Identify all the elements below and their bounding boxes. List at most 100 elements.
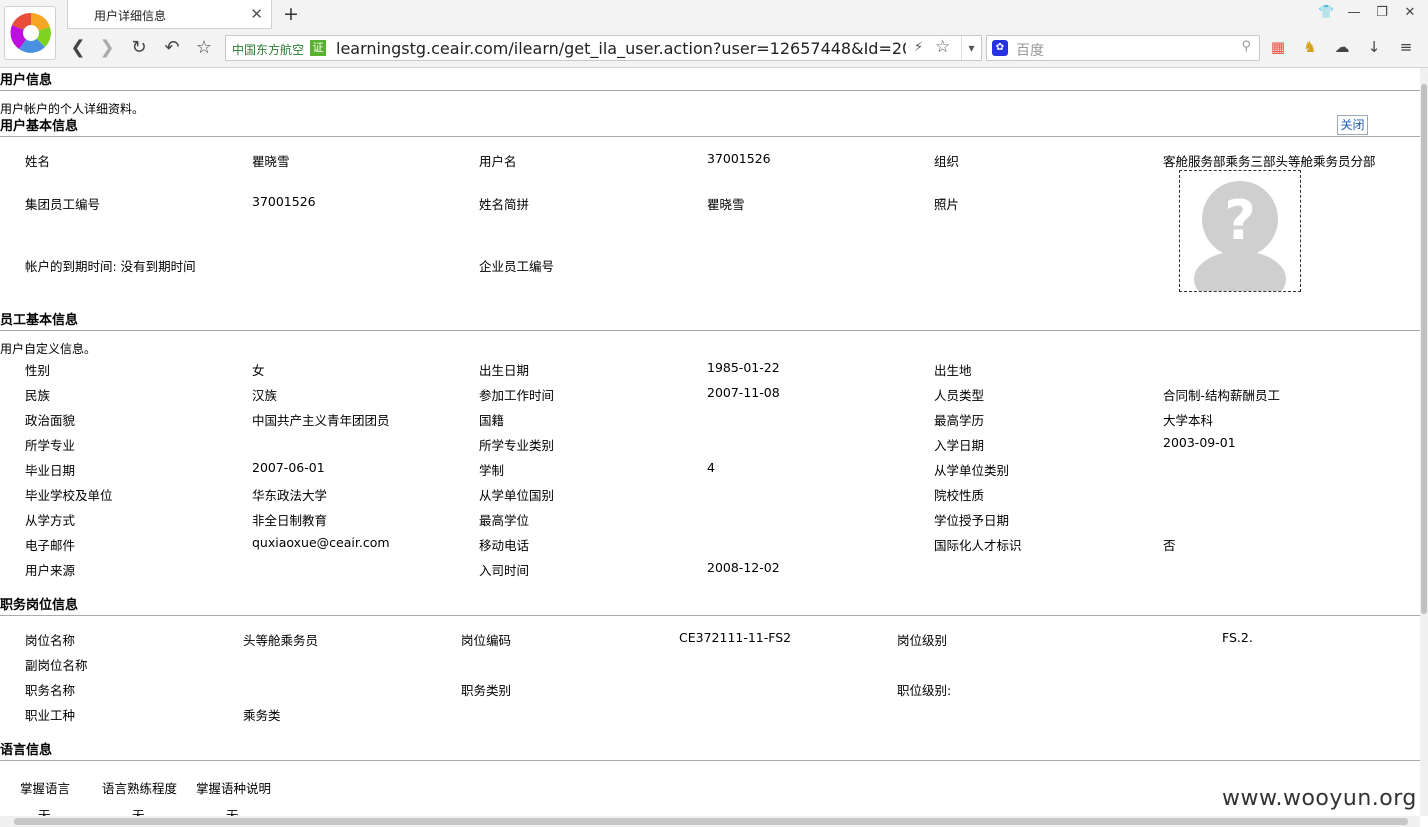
field-label: 国际化人才标识: [934, 538, 1022, 553]
extension-icon[interactable]: ♞: [1300, 37, 1320, 57]
field-value: 瞿晓雪: [252, 154, 290, 169]
field-label: 出生地: [934, 363, 972, 378]
field-label: 最高学位: [479, 513, 530, 528]
language-cell: 无: [226, 808, 239, 816]
field-label: 岗位名称: [25, 633, 76, 648]
tab-user-detail[interactable]: 用户详细信息 ✕: [67, 0, 272, 29]
field-label: 组织: [934, 154, 960, 169]
language-column-header: 掌握语言: [20, 781, 71, 796]
forward-icon[interactable]: ❯: [94, 36, 120, 60]
cloud-icon[interactable]: ☁: [1332, 37, 1352, 57]
field-label: 岗位级别: [897, 633, 948, 648]
favorite-star-icon[interactable]: ☆: [935, 37, 950, 57]
field-label: 职业工种: [25, 708, 76, 723]
divider: [0, 760, 1420, 761]
chevron-down-icon[interactable]: ▾: [961, 36, 981, 60]
back-icon[interactable]: ❮: [65, 36, 91, 60]
field-value: 头等舱乘务员: [243, 633, 319, 648]
vertical-scroll-thumb[interactable]: [1421, 84, 1427, 614]
divider: [0, 615, 1420, 616]
undo-icon[interactable]: ↶: [159, 36, 185, 60]
field-value: 华东政法大学: [252, 488, 328, 503]
field-value: 瞿晓雪: [707, 197, 745, 212]
svg-text:?: ?: [1224, 189, 1255, 252]
field-value: 37001526: [707, 151, 771, 166]
baidu-paw-icon: ✿: [992, 40, 1008, 56]
horizontal-scroll-thumb[interactable]: [14, 818, 1408, 825]
horizontal-scrollbar[interactable]: [0, 816, 1420, 827]
field-label: 学位授予日期: [934, 513, 1010, 528]
field-value: 2003-09-01: [1163, 435, 1236, 450]
field-value: 女: [252, 363, 265, 378]
field-value: 37001526: [252, 194, 316, 209]
page-content: 用户信息 用户帐户的个人详细资料。 用户基本信息 关闭 ? 员工基本信息 用户自…: [0, 68, 1420, 816]
field-label: 照片: [934, 197, 960, 212]
employee-desc: 用户自定义信息。: [0, 342, 97, 356]
tab-title: 用户详细信息: [94, 9, 167, 23]
language-cell: 无: [38, 808, 51, 816]
language-cell: 无: [132, 808, 145, 816]
field-value: quxiaoxue@ceair.com: [252, 535, 390, 550]
field-label: 职务名称: [25, 683, 76, 698]
field-value: CE372111-11-FS2: [679, 630, 792, 645]
close-button[interactable]: 关闭: [1337, 115, 1368, 135]
restore-icon[interactable]: ❐: [1374, 5, 1390, 20]
field-value: 中国共产主义青年团团员: [252, 413, 390, 428]
field-label: 职位级别:: [897, 683, 952, 698]
lightning-icon[interactable]: ⚡: [914, 40, 923, 55]
field-label: 人员类型: [934, 388, 985, 403]
field-value: FS.2.: [1222, 630, 1253, 645]
toolbar-right: ▦ ♞ ☁ ↓ ≡: [1268, 37, 1416, 57]
section-title-user-basic: 用户基本信息: [0, 119, 79, 134]
field-label: 副岗位名称: [25, 658, 88, 673]
download-icon[interactable]: ↓: [1364, 37, 1384, 57]
field-value: 2008-12-02: [707, 560, 780, 575]
watermark: www.wooyun.org: [1222, 786, 1417, 811]
field-label: 民族: [25, 388, 51, 403]
field-label: 参加工作时间: [479, 388, 555, 403]
menu-icon[interactable]: ≡: [1396, 37, 1416, 57]
field-label: 出生日期: [479, 363, 530, 378]
field-value: 大学本科: [1163, 413, 1214, 428]
section-title-position: 职务岗位信息: [0, 598, 79, 613]
search-icon[interactable]: ⚲: [1241, 39, 1251, 54]
field-label: 入学日期: [934, 438, 985, 453]
address-bar[interactable]: 中国东方航空 证 learningstg.ceair.com/ilearn/ge…: [225, 35, 982, 61]
bookmark-star-icon[interactable]: ☆: [191, 36, 217, 60]
field-value: 非全日制教育: [252, 513, 328, 528]
cert-badge-icon[interactable]: 证: [310, 40, 326, 56]
vertical-scrollbar[interactable]: [1420, 68, 1428, 816]
new-tab-icon[interactable]: +: [283, 3, 299, 25]
field-label: 毕业学校及单位: [25, 488, 113, 503]
browser-logo-icon[interactable]: [4, 6, 56, 60]
field-label: 学制: [479, 463, 505, 478]
skin-icon[interactable]: 👕: [1318, 5, 1334, 20]
language-column-header: 掌握语种说明: [196, 781, 272, 796]
apps-grid-icon[interactable]: ▦: [1268, 37, 1288, 57]
url-text[interactable]: learningstg.ceair.com/ilearn/get_ila_use…: [336, 39, 906, 58]
window-controls: 👕 — ❐ ✕: [1318, 5, 1418, 20]
field-label: 职务类别: [461, 683, 512, 698]
field-label: 姓名简拼: [479, 197, 530, 212]
minimize-icon[interactable]: —: [1346, 5, 1362, 20]
site-name: 中国东方航空: [232, 43, 305, 57]
browser-chrome: 用户详细信息 ✕ + 👕 — ❐ ✕ ❮ ❯ ↻ ↶ ☆ 中国东方航空 证 le…: [0, 0, 1428, 68]
field-label: 电子邮件: [25, 538, 76, 553]
divider: [0, 90, 1420, 91]
divider: [0, 136, 1420, 137]
field-label: 国籍: [479, 413, 505, 428]
close-window-icon[interactable]: ✕: [1402, 5, 1418, 20]
field-value: 乘务类: [243, 708, 281, 723]
search-input[interactable]: 百度: [1016, 40, 1044, 60]
tab-close-icon[interactable]: ✕: [250, 5, 263, 23]
reload-icon[interactable]: ↻: [126, 36, 152, 60]
field-value: 4: [707, 460, 715, 475]
divider: [0, 330, 1420, 331]
field-label: 从学单位类别: [934, 463, 1010, 478]
field-value: 客舱服务部乘务三部头等舱乘务员分部: [1163, 154, 1376, 169]
field-value: 否: [1163, 538, 1176, 553]
field-label: 最高学历: [934, 413, 985, 428]
field-label: 企业员工编号: [479, 259, 555, 274]
field-value: 1985-01-22: [707, 360, 780, 375]
search-box[interactable]: ✿ 百度 ⚲: [986, 35, 1260, 61]
